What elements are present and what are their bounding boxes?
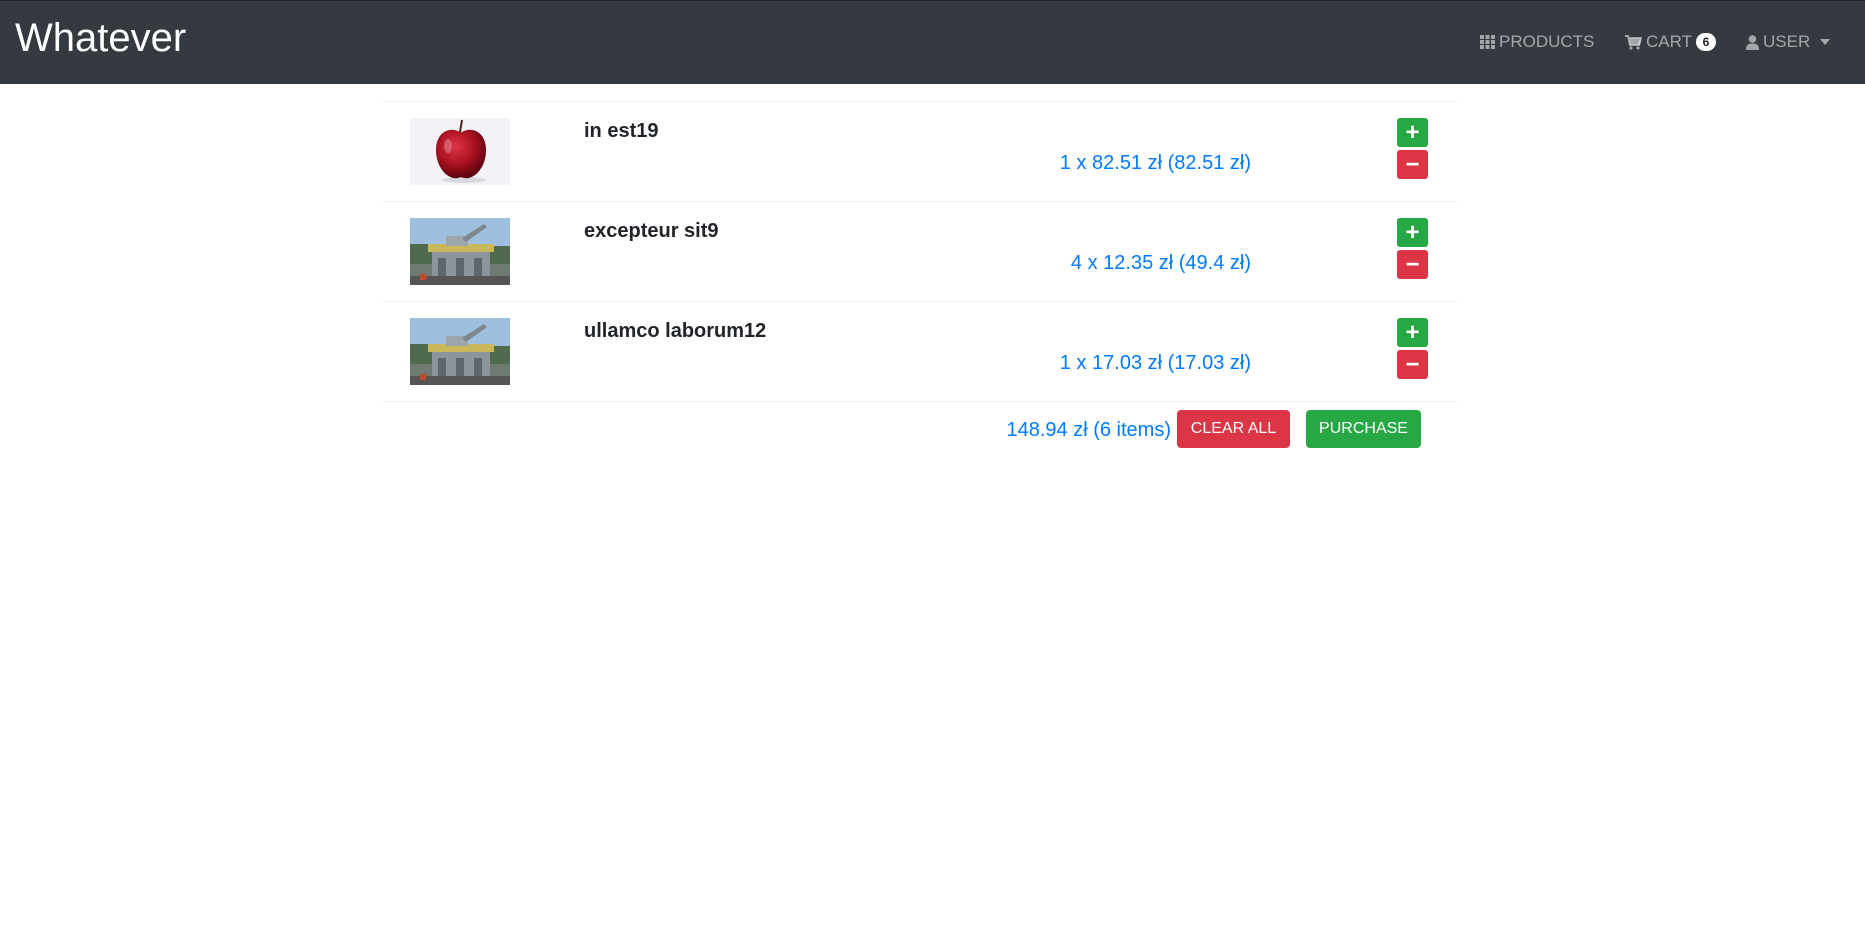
decrease-quantity-button[interactable]: −: [1397, 250, 1428, 279]
nav-products-link[interactable]: PRODUCTS: [1480, 31, 1594, 53]
item-price: 1 x 17.03 zł (17.03 zł): [1059, 352, 1251, 374]
product-image: [410, 318, 510, 385]
cart-count-badge: 6: [1695, 33, 1716, 51]
cart-item: excepteur sit9 4 x 12.35 zł (49.4 zł) + …: [382, 201, 1457, 301]
navbar: Whatever PRODUCTS CART 6 USER: [0, 0, 1865, 84]
nav-cart-label: CART: [1646, 32, 1692, 51]
purchase-button[interactable]: PURCHASE: [1306, 410, 1421, 448]
cart-total: 148.94 zł (6 items): [1006, 419, 1171, 441]
cart-list: in est19 1 x 82.51 zł (82.51 zł) + − exc…: [382, 101, 1457, 462]
grid-icon: [1480, 35, 1495, 49]
nav-user-dropdown[interactable]: USER: [1746, 31, 1831, 53]
item-price: 4 x 12.35 zł (49.4 zł): [1070, 252, 1251, 274]
user-icon: [1746, 34, 1759, 50]
cart-item: in est19 1 x 82.51 zł (82.51 zł) + −: [382, 101, 1457, 201]
clear-all-button[interactable]: CLEAR ALL: [1177, 410, 1290, 448]
cart-item: ullamco laborum12 1 x 17.03 zł (17.03 zł…: [382, 301, 1457, 401]
item-name[interactable]: in est19: [584, 118, 658, 144]
cart-icon: [1625, 34, 1642, 50]
nav-user-label: USER: [1763, 32, 1811, 51]
increase-quantity-button[interactable]: +: [1397, 318, 1428, 347]
increase-quantity-button[interactable]: +: [1397, 118, 1428, 147]
decrease-quantity-button[interactable]: −: [1397, 150, 1428, 179]
decrease-quantity-button[interactable]: −: [1397, 350, 1428, 379]
item-name[interactable]: excepteur sit9: [584, 218, 719, 244]
cart-summary: 148.94 zł (6 items) CLEAR ALL PURCHASE: [382, 401, 1457, 462]
chevron-down-icon: [1820, 39, 1831, 45]
nav-cart-link[interactable]: CART 6: [1625, 31, 1716, 53]
product-image: [410, 118, 510, 185]
item-name[interactable]: ullamco laborum12: [584, 318, 766, 344]
brand-link[interactable]: Whatever: [15, 14, 186, 62]
product-image: [410, 218, 510, 285]
increase-quantity-button[interactable]: +: [1397, 218, 1428, 247]
nav-products-label: PRODUCTS: [1499, 32, 1595, 51]
item-price: 1 x 82.51 zł (82.51 zł): [1059, 152, 1251, 174]
